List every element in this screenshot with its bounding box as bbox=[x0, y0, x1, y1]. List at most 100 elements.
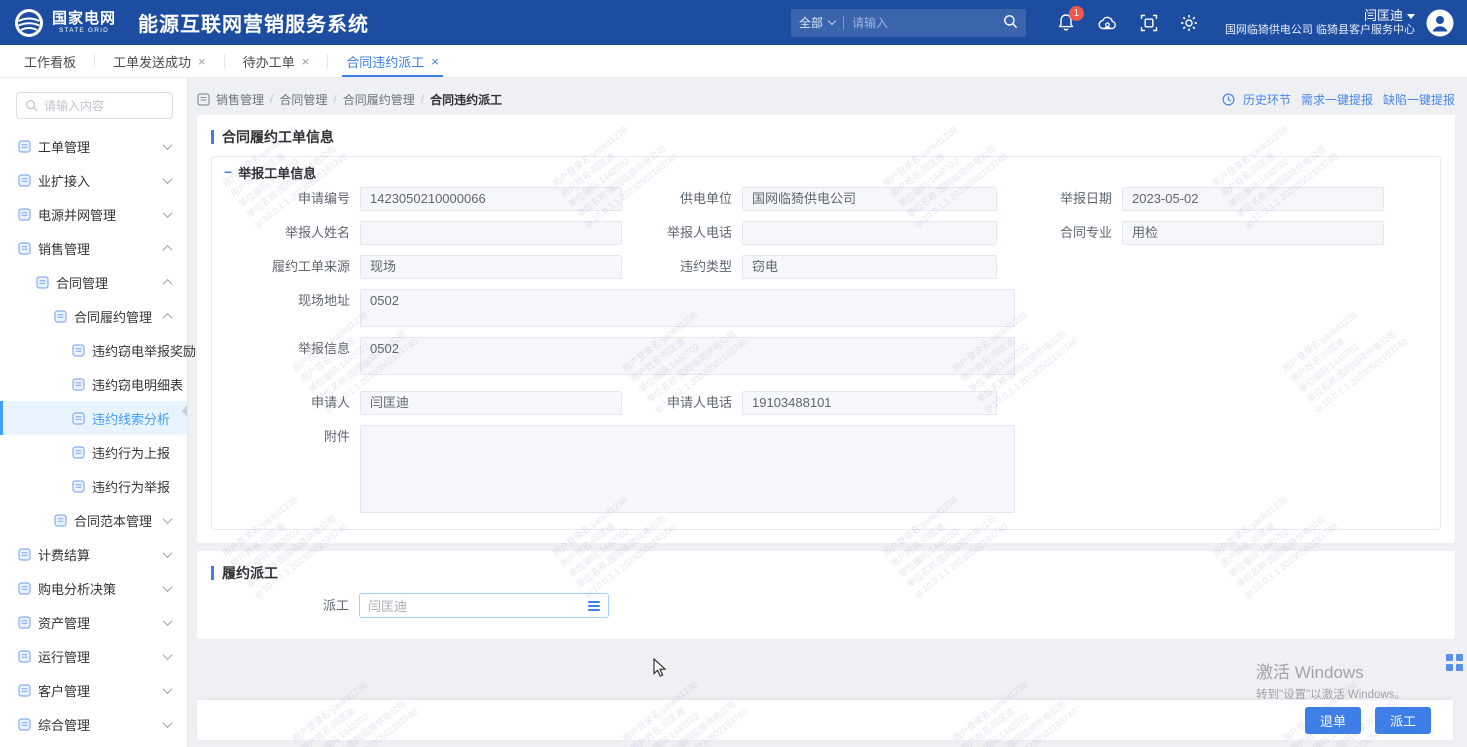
brand-name-en: STATE GRID bbox=[52, 28, 116, 35]
app-window: 国家电网 STATE GRID 能源互联网营销服务系统 全部 请输入 1 bbox=[0, 0, 1467, 747]
field-input-举报人电话[interactable] bbox=[742, 221, 997, 245]
sidebar-item-违约行为举报[interactable]: 违约行为举报 bbox=[0, 469, 187, 503]
breadcrumb-item[interactable]: 合同管理 bbox=[279, 91, 327, 108]
field-input-申请人[interactable]: 闫匡迪 bbox=[360, 391, 622, 415]
sidebar-item-客户管理[interactable]: 客户管理 bbox=[0, 673, 187, 707]
field-input-合同专业[interactable]: 用检 bbox=[1122, 221, 1384, 245]
form-field: 违约类型窃电 bbox=[622, 255, 997, 279]
field-input-违约类型[interactable]: 窃电 bbox=[742, 255, 997, 279]
form-field: 举报人电话 bbox=[622, 221, 997, 245]
chevron-down-icon bbox=[163, 616, 173, 626]
quick-link-缺陷一键提报[interactable]: 缺陷一键提报 bbox=[1383, 91, 1455, 108]
sidebar-item-违约窃电明细表[interactable]: 违约窃电明细表 bbox=[0, 367, 187, 401]
menu-doc-icon bbox=[18, 684, 31, 697]
tab-合同违约派工[interactable]: 合同违约派工× bbox=[340, 45, 445, 77]
close-icon[interactable]: × bbox=[431, 54, 439, 69]
sidebar-item-label: 合同范本管理 bbox=[74, 511, 152, 530]
brand: 国家电网 STATE GRID 能源互联网营销服务系统 bbox=[0, 8, 369, 38]
breadcrumb-separator: / bbox=[333, 92, 336, 106]
chevron-down-icon bbox=[1407, 14, 1415, 19]
sidebar-item-合同管理[interactable]: 合同管理 bbox=[0, 265, 187, 299]
reject-button[interactable]: 退单 bbox=[1305, 707, 1361, 734]
breadcrumb-item[interactable]: 合同履约管理 bbox=[343, 91, 415, 108]
menu-doc-icon bbox=[72, 344, 85, 357]
notifications-bell-icon[interactable]: 1 bbox=[1057, 13, 1075, 32]
quick-link-历史环节[interactable]: 历史环节 bbox=[1243, 91, 1291, 108]
sidebar-item-业扩接入[interactable]: 业扩接入 bbox=[0, 163, 187, 197]
sidebar-item-违约线索分析[interactable]: 违约线索分析 bbox=[0, 401, 187, 435]
field-input-供电单位[interactable]: 国网临猗供电公司 bbox=[742, 187, 997, 211]
sidebar-collapse-handle[interactable] bbox=[182, 405, 187, 417]
field-input-申请编号[interactable]: 1423050210000066 bbox=[360, 187, 622, 211]
field-label: 附件 bbox=[212, 425, 360, 449]
state-grid-logo-icon bbox=[14, 8, 44, 38]
menu-doc-icon bbox=[54, 514, 67, 527]
avatar[interactable] bbox=[1425, 8, 1455, 38]
sidebar-item-运行管理[interactable]: 运行管理 bbox=[0, 639, 187, 673]
form-field: 申请人闫匡迪 bbox=[212, 391, 622, 415]
field-textarea-附件[interactable] bbox=[360, 425, 1015, 513]
sidebar-item-电源并网管理[interactable]: 电源并网管理 bbox=[0, 197, 187, 231]
sidebar-item-label: 电源并网管理 bbox=[38, 205, 116, 224]
collapse-toggle-icon[interactable]: − bbox=[224, 165, 232, 179]
tab-待办工单[interactable]: 待办工单 × bbox=[237, 45, 316, 77]
sidebar-item-合同范本管理[interactable]: 合同范本管理 bbox=[0, 503, 187, 537]
list-select-icon[interactable] bbox=[588, 601, 600, 611]
breadcrumb-item[interactable]: 销售管理 bbox=[216, 91, 264, 108]
user-menu[interactable]: 闫匡迪 国网临猗供电公司 临猗县客户服务中心 bbox=[1225, 8, 1415, 38]
field-input-举报日期[interactable]: 2023-05-02 bbox=[1122, 187, 1384, 211]
tab-工单发送成功[interactable]: 工单发送成功× bbox=[107, 45, 212, 77]
widget-grid-icon[interactable] bbox=[1446, 654, 1463, 671]
menu-doc-icon bbox=[72, 446, 85, 459]
report-form: 申请编号1423050210000066供电单位国网临猗供电公司举报日期2023… bbox=[212, 187, 1440, 513]
sidebar-item-工单管理[interactable]: 工单管理 bbox=[0, 129, 187, 163]
breadcrumb-item: 合同违约派工 bbox=[430, 91, 502, 108]
field-input-履约工单来源[interactable]: 现场 bbox=[360, 255, 622, 279]
field-textarea-现场地址[interactable]: 0502 bbox=[360, 289, 1015, 327]
cloud-icon[interactable] bbox=[1097, 14, 1118, 32]
quick-link-需求一键提报[interactable]: 需求一键提报 bbox=[1301, 91, 1373, 108]
sidebar-item-资产管理[interactable]: 资产管理 bbox=[0, 605, 187, 639]
close-icon[interactable]: × bbox=[302, 54, 310, 69]
menu-doc-icon bbox=[36, 276, 49, 289]
sidebar-item-label: 运行管理 bbox=[38, 647, 90, 666]
sidebar-item-合同履约管理[interactable]: 合同履约管理 bbox=[0, 299, 187, 333]
form-field: 申请编号1423050210000066 bbox=[212, 187, 622, 211]
tab-工作看板[interactable]: 工作看板 bbox=[18, 45, 82, 77]
action-footer: 退单派工 bbox=[197, 700, 1453, 740]
sidebar-item-违约行为上报[interactable]: 违约行为上报 bbox=[0, 435, 187, 469]
field-label: 举报日期 bbox=[997, 187, 1122, 211]
field-input-申请人电话[interactable]: 19103488101 bbox=[742, 391, 997, 415]
search-scope-select[interactable]: 全部 bbox=[799, 14, 823, 31]
breadcrumb: 销售管理/合同管理/合同履约管理/合同违约派工 bbox=[216, 91, 502, 108]
search-icon[interactable] bbox=[1003, 14, 1018, 32]
notification-badge: 1 bbox=[1069, 6, 1084, 21]
sidebar-item-计费结算[interactable]: 计费结算 bbox=[0, 537, 187, 571]
settings-gear-icon[interactable] bbox=[1180, 14, 1198, 32]
field-input-举报人姓名[interactable] bbox=[360, 221, 622, 245]
sidebar-item-销售管理[interactable]: 销售管理 bbox=[0, 231, 187, 265]
sidebar-item-违约窃电举报奖励[interactable]: 违约窃电举报奖励 bbox=[0, 333, 187, 367]
field-textarea-举报信息[interactable]: 0502 bbox=[360, 337, 1015, 375]
chevron-up-icon bbox=[163, 244, 173, 254]
dispatch-button[interactable]: 派工 bbox=[1375, 707, 1431, 734]
dispatch-input[interactable]: 闫匡迪 bbox=[359, 593, 609, 618]
form-field: 供电单位国网临猗供电公司 bbox=[622, 187, 997, 211]
chevron-up-icon bbox=[163, 312, 173, 322]
brand-name-cn: 国家电网 bbox=[52, 11, 116, 26]
sidebar-item-label: 工单管理 bbox=[38, 137, 90, 156]
global-search[interactable]: 全部 请输入 bbox=[791, 9, 1026, 37]
sidebar-item-综合管理[interactable]: 综合管理 bbox=[0, 707, 187, 741]
field-label: 举报人电话 bbox=[622, 221, 742, 245]
search-input[interactable]: 请输入 bbox=[852, 14, 1003, 31]
close-icon[interactable]: × bbox=[198, 54, 206, 69]
menu-doc-icon bbox=[18, 718, 31, 731]
sidebar-search-input[interactable]: 请输入内容 bbox=[16, 92, 173, 119]
sidebar-item-label: 违约线索分析 bbox=[92, 409, 170, 428]
tab-label: 待办工单 bbox=[243, 52, 295, 71]
sidebar-item-购电分析决策[interactable]: 购电分析决策 bbox=[0, 571, 187, 605]
fullscreen-scan-icon[interactable] bbox=[1140, 14, 1158, 32]
sidebar-item-label: 计费结算 bbox=[38, 545, 90, 564]
sidebar-item-label: 违约行为上报 bbox=[92, 443, 170, 462]
dispatch-card: 履约派工 派工 闫匡迪 bbox=[197, 551, 1455, 639]
